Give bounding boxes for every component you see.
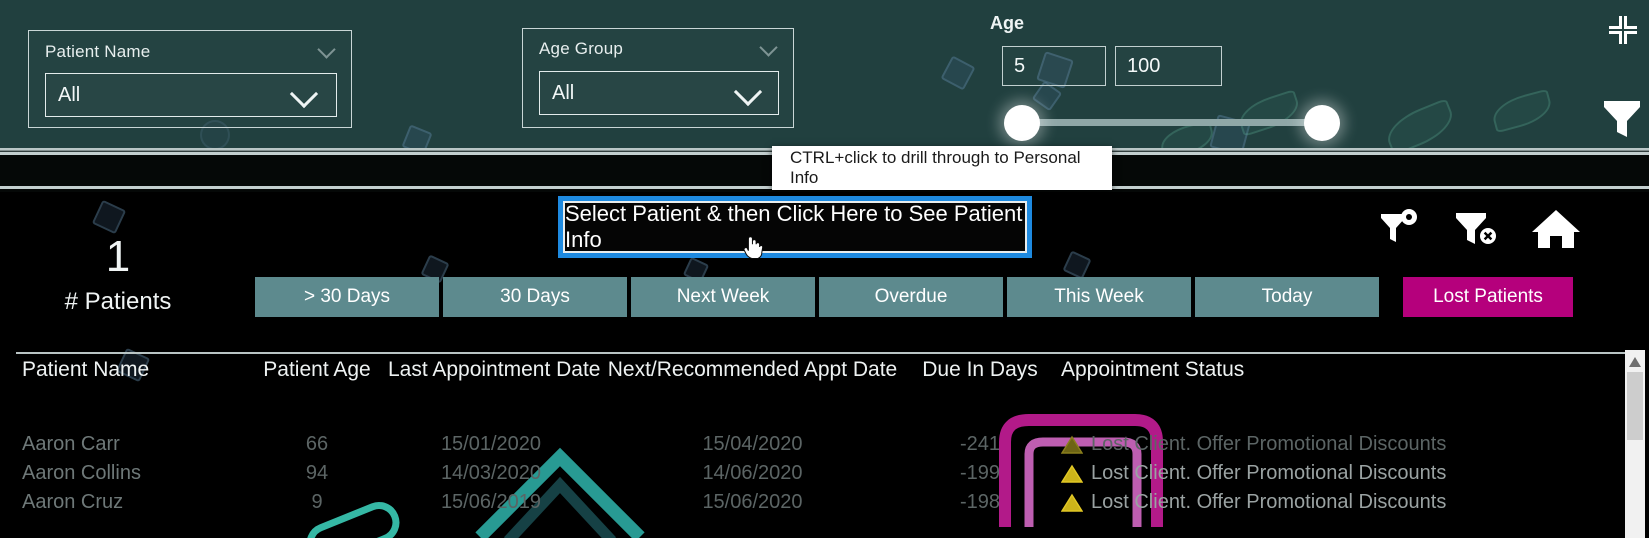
cell-next-appt: 15/04/2020 — [702, 433, 803, 455]
age-slicer-label: Age — [990, 13, 1025, 33]
report-page: Patient Name All Age Group All Age 5 100 — [0, 0, 1649, 538]
cell-patient-age: 94 — [305, 462, 329, 484]
clear-filter-icon[interactable] — [1452, 206, 1498, 250]
collapse-arrows-icon[interactable] — [1605, 12, 1641, 48]
chevron-down-icon[interactable] — [759, 38, 778, 57]
age-group-value: All — [552, 81, 575, 104]
column-header-due-in-days[interactable]: Due In Days — [905, 358, 1055, 382]
cell-last-appt: 14/03/2020 — [440, 462, 542, 484]
report-body: 1 # Patients Select Patient & then Click… — [0, 192, 1649, 538]
decor-diamond — [91, 199, 127, 235]
table-header-row: Patient Name Patient Age Last Appointmen… — [16, 352, 1628, 386]
chevron-down-icon[interactable] — [317, 40, 336, 59]
drillthrough-selection-ring: Select Patient & then Click Here to See … — [558, 196, 1032, 258]
warning-triangle-icon — [1061, 435, 1083, 454]
filter-button-today[interactable]: Today — [1195, 277, 1379, 317]
scroll-up-arrow-icon[interactable] — [1628, 356, 1642, 368]
age-slider-min-handle[interactable] — [1004, 105, 1040, 141]
age-max-input[interactable]: 100 — [1115, 46, 1222, 86]
decor-diamond — [940, 55, 976, 91]
column-header-last-appt[interactable]: Last Appointment Date — [382, 358, 600, 382]
age-slider-track[interactable] — [1018, 119, 1324, 126]
patient-name-dropdown[interactable]: All — [45, 73, 337, 117]
table-scrollbar-thumb[interactable] — [1627, 372, 1643, 440]
decor-leaf — [1489, 88, 1555, 134]
funnel-icon[interactable] — [1601, 96, 1643, 140]
age-group-dropdown[interactable]: All — [539, 71, 779, 115]
patients-kpi-caption: # Patients — [64, 288, 172, 315]
date-filter-button-strip: > 30 Days 30 Days Next Week Overdue This… — [255, 277, 1577, 317]
column-header-appt-status[interactable]: Appointment Status — [1055, 358, 1615, 382]
cell-last-appt: 15/01/2020 — [440, 433, 542, 455]
filter-bar: Patient Name All Age Group All Age 5 100 — [0, 0, 1649, 152]
filter-button-gt30days[interactable]: > 30 Days — [255, 277, 439, 317]
filter-button-thisweek[interactable]: This Week — [1007, 277, 1191, 317]
chevron-down-icon[interactable] — [733, 77, 763, 107]
age-slider-max-handle[interactable] — [1304, 105, 1340, 141]
cell-appt-status-text: Lost Client. Offer Promotional Discounts — [1091, 433, 1447, 455]
cell-appt-status-text: Lost Client. Offer Promotional Discounts — [1091, 462, 1447, 484]
drillthrough-tooltip: CTRL+click to drill through to Personal … — [772, 146, 1112, 190]
cell-last-appt: 15/06/2019 — [440, 491, 542, 513]
filter-button-lostpatients[interactable]: Lost Patients — [1403, 277, 1573, 317]
column-header-next-appt[interactable]: Next/Recommended Appt Date — [600, 358, 905, 382]
filter-settings-icon[interactable] — [1376, 206, 1420, 250]
cell-appt-status: Lost Client. Offer Promotional Discounts — [1055, 459, 1615, 488]
drillthrough-button[interactable]: Select Patient & then Click Here to See … — [563, 201, 1027, 253]
patient-name-value: All — [58, 83, 81, 106]
column-header-patient-age[interactable]: Patient Age — [252, 358, 382, 382]
cell-due-in-days: -241 — [959, 433, 1001, 455]
column-header-patient-name[interactable]: Patient Name — [16, 358, 252, 382]
home-icon[interactable] — [1530, 206, 1582, 250]
cell-patient-name: Aaron Carr — [22, 433, 120, 455]
cell-patient-name: Aaron Cruz — [22, 491, 124, 513]
patients-table: Patient Name Patient Age Last Appointmen… — [16, 352, 1628, 517]
age-group-slicer[interactable]: Age Group All — [522, 28, 794, 128]
table-row[interactable]: Aaron Carr 66 15/01/2020 15/04/2020 -241… — [16, 430, 1628, 459]
table-row[interactable]: Aaron Collins 94 14/03/2020 14/06/2020 -… — [16, 459, 1628, 488]
cell-appt-status: Lost Client. Offer Promotional Discounts — [1055, 430, 1615, 459]
cell-due-in-days: -198 — [959, 491, 1001, 513]
cell-patient-name: Aaron Collins — [22, 462, 141, 484]
filter-button-nextweek[interactable]: Next Week — [631, 277, 815, 317]
age-min-input[interactable]: 5 — [1002, 46, 1106, 86]
warning-triangle-icon — [1061, 464, 1083, 483]
cell-next-appt: 14/06/2020 — [702, 462, 803, 484]
filter-button-overdue[interactable]: Overdue — [819, 277, 1003, 317]
age-group-slicer-title: Age Group — [539, 39, 624, 58]
patient-name-slicer[interactable]: Patient Name All — [28, 30, 352, 128]
cell-appt-status: Lost Client. Offer Promotional Discounts — [1055, 488, 1615, 517]
patients-kpi-value: 1 — [105, 232, 131, 281]
decor-leaf — [1381, 98, 1459, 152]
cell-next-appt: 15/06/2020 — [702, 491, 803, 513]
patient-name-slicer-title: Patient Name — [45, 42, 151, 61]
age-range-slicer[interactable]: Age 5 100 — [988, 10, 1388, 141]
table-row[interactable]: Aaron Cruz 9 15/06/2019 15/06/2020 -198 … — [16, 488, 1628, 517]
warning-triangle-icon — [1061, 493, 1083, 512]
table-body: Aaron Carr 66 15/01/2020 15/04/2020 -241… — [16, 430, 1628, 517]
filter-button-30days[interactable]: 30 Days — [443, 277, 627, 317]
decor-diamond — [401, 124, 433, 152]
decor-diamond — [1062, 250, 1092, 280]
cell-appt-status-text: Lost Client. Offer Promotional Discounts — [1091, 491, 1447, 513]
cell-patient-age: 66 — [305, 433, 329, 455]
patients-kpi-card: 1 # Patients — [20, 234, 216, 316]
chevron-down-icon[interactable] — [289, 79, 319, 109]
cell-due-in-days: -199 — [959, 462, 1001, 484]
cell-patient-age: 9 — [311, 491, 323, 513]
